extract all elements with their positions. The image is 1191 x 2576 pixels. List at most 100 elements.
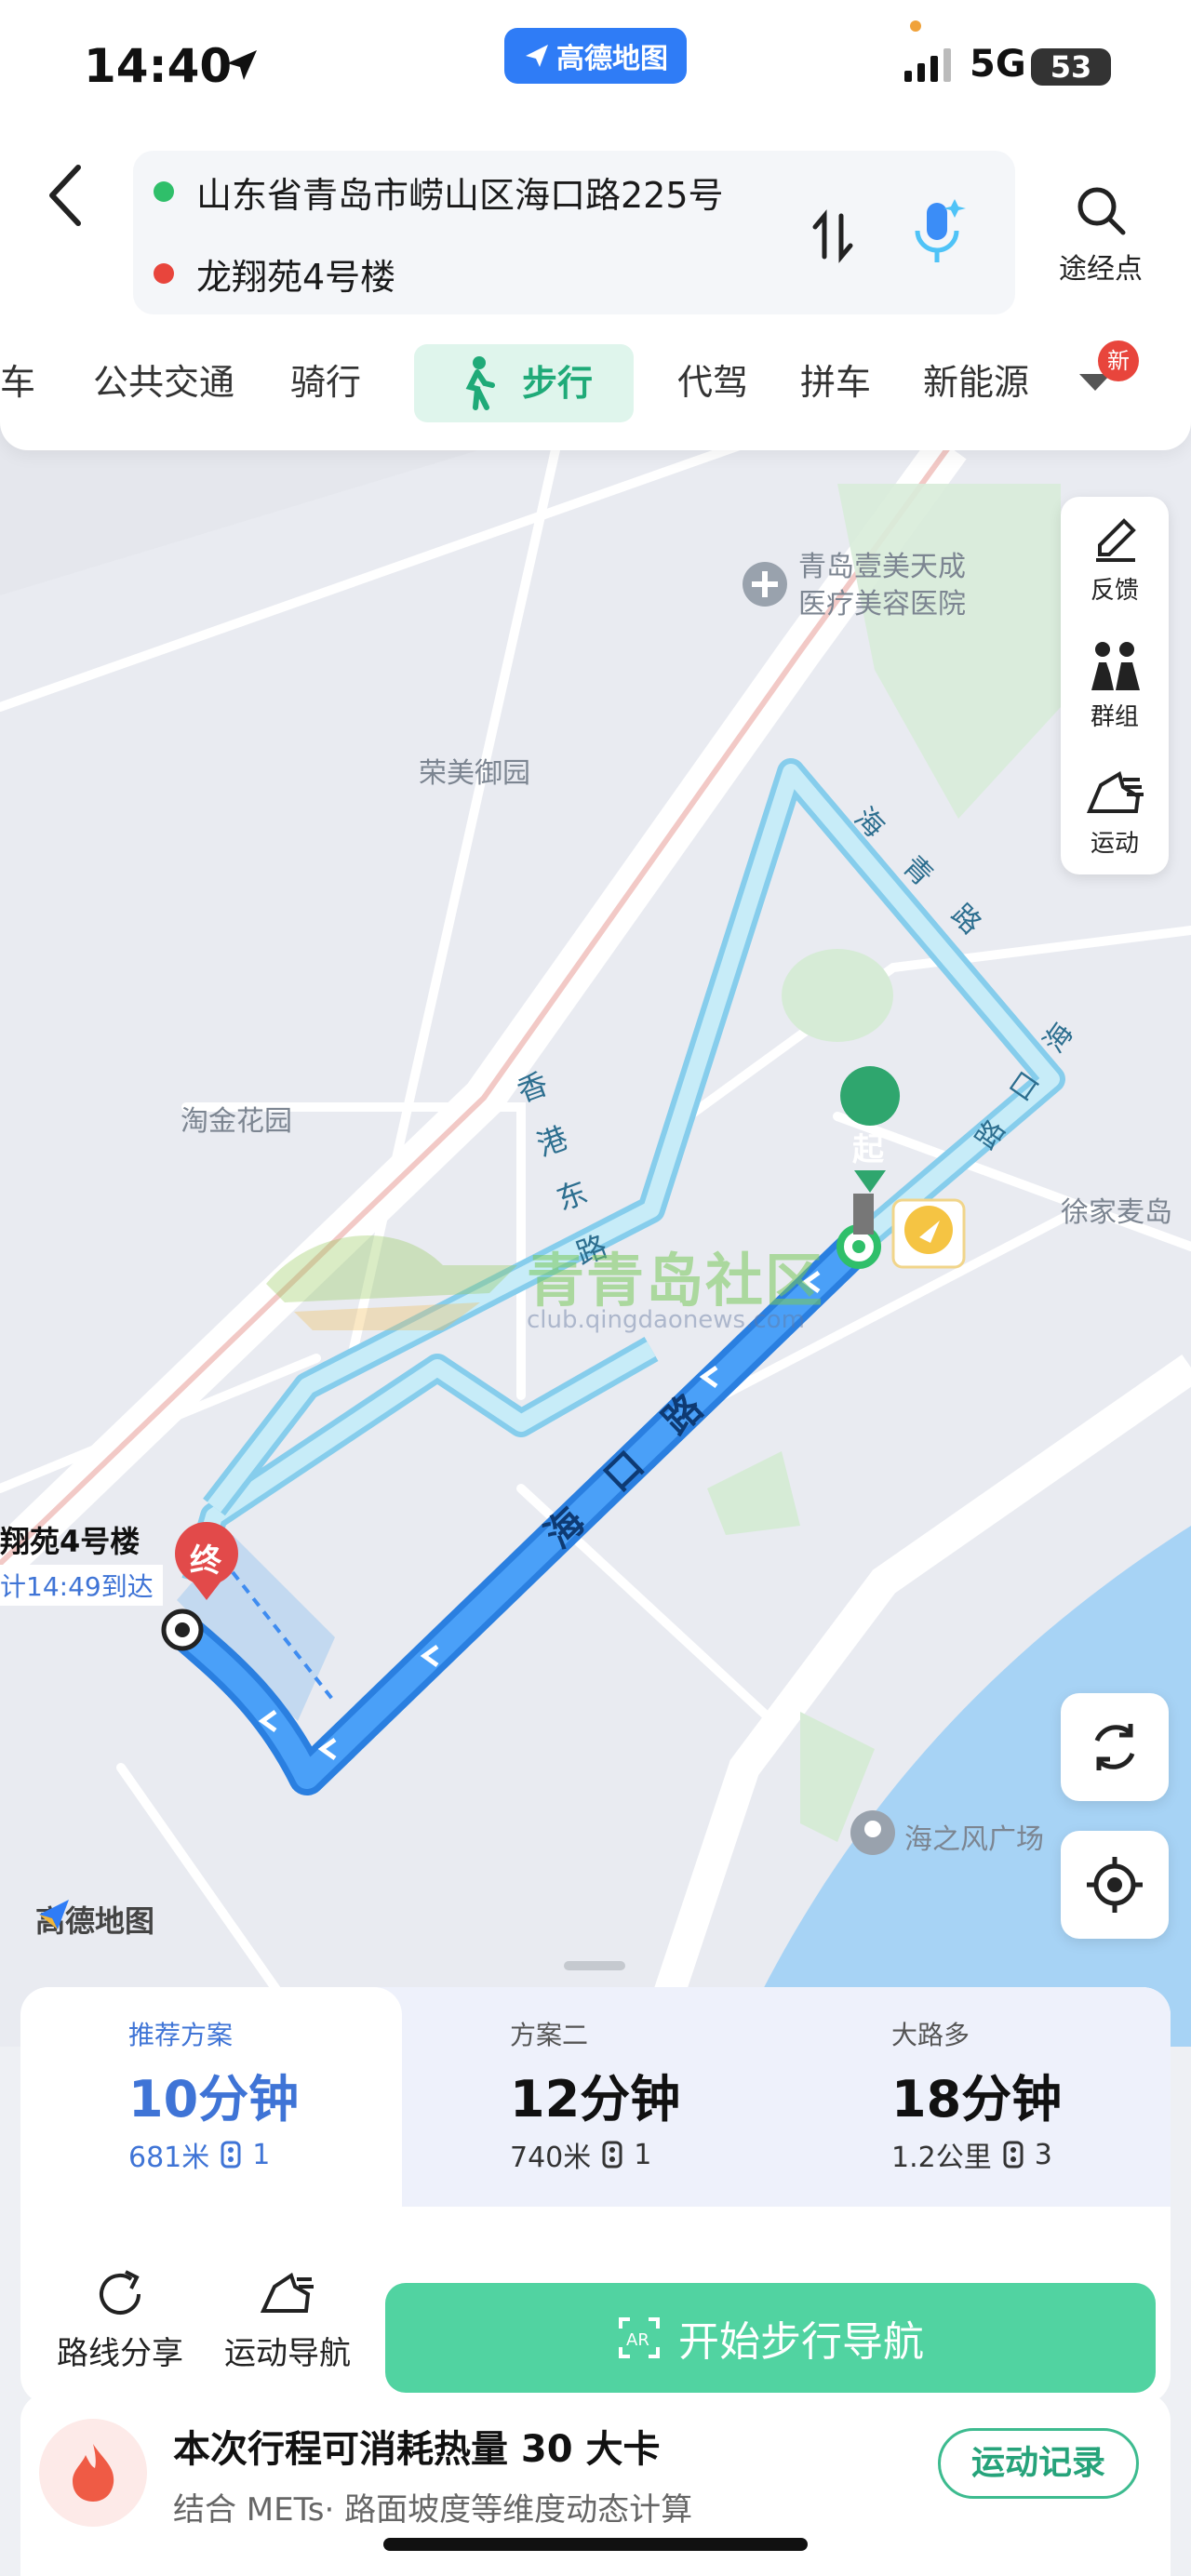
plan-distance: 681米 — [128, 2142, 210, 2174]
plan-distance: 1.2公里 — [891, 2142, 992, 2174]
tab-car[interactable]: 车 — [0, 340, 35, 424]
tab-walk-highlight[interactable]: 步行 — [414, 344, 634, 422]
sport-nav-button[interactable]: 运动导航 — [218, 2266, 357, 2378]
map-label-hospital[interactable]: 青岛壹美天成 医疗美容医院 — [798, 549, 966, 623]
back-button[interactable] — [37, 158, 93, 233]
waypoint-button[interactable]: 途经点 — [1040, 182, 1161, 286]
destination-input[interactable]: 龙翔苑4号楼 — [133, 233, 1015, 314]
plan-distance: 740米 — [510, 2142, 592, 2174]
map-label-rongmei[interactable]: 荣美御园 — [419, 750, 530, 791]
end-marker[interactable]: 终 — [190, 1535, 221, 1581]
location-arrow-icon — [227, 50, 257, 80]
status-bar: 14:40 高德地图 5G 53 — [0, 0, 1191, 140]
plans-row: 推荐方案 10分钟 681米 1 方案二 12分钟 740米 1 大路多 18分… — [20, 1987, 1171, 2207]
map-label-taojin[interactable]: 淘金花园 — [181, 1098, 292, 1139]
sport-nav-label: 运动导航 — [224, 2335, 351, 2372]
plan-meta: 681米 1 — [128, 2134, 270, 2175]
amap-pill-icon — [526, 45, 548, 67]
share-route-button[interactable]: 路线分享 — [50, 2266, 190, 2378]
destination-text: 龙翔苑4号楼 — [196, 256, 396, 298]
walk-icon — [465, 356, 495, 410]
watermark: 青青岛社区 club.qingdaonews.com — [257, 1209, 927, 1349]
watermark-text: 青青岛社区 — [527, 1247, 825, 1315]
plan-two[interactable]: 方案二 12分钟 740米 1 — [402, 1987, 783, 2207]
group-icon — [1091, 642, 1140, 690]
start-marker[interactable]: 起 — [852, 1124, 884, 1169]
map-label-xujiamai[interactable]: 徐家麦岛 — [1061, 1189, 1172, 1230]
destination-eta-label: 计14:49到达 — [0, 1565, 163, 1606]
plan-time: 12分钟 — [510, 2070, 681, 2129]
plan-time: 18分钟 — [891, 2070, 1063, 2129]
amap-pill-label: 高德地图 — [556, 43, 668, 75]
tab-carpool[interactable]: 拼车 — [800, 340, 871, 424]
voice-input-button[interactable] — [910, 194, 968, 270]
calorie-subtitle: 结合 METs· 路面坡度等维度动态计算 — [173, 2491, 693, 2529]
tab-designated-driver[interactable]: 代驾 — [677, 340, 748, 424]
new-badge: 新 — [1098, 340, 1139, 381]
tab-walk: 步行 — [522, 363, 594, 404]
privacy-indicator-dot — [910, 20, 921, 32]
battery-level: 53 — [1050, 49, 1092, 85]
svg-text:AR: AR — [626, 2330, 649, 2350]
flame-icon — [39, 2419, 147, 2527]
signal-icon — [904, 48, 951, 82]
header-card: 14:40 高德地图 5G 53 山东省青岛市崂山区海口路225号 龙翔苑4号楼… — [0, 0, 1191, 450]
locate-icon — [1087, 1857, 1143, 1913]
plan-lights: 3 — [1034, 2138, 1052, 2171]
plan-recommended[interactable]: 推荐方案 10分钟 681米 1 — [20, 1987, 402, 2207]
traffic-light-icon — [221, 2141, 241, 2169]
home-indicator — [383, 2538, 808, 2551]
destination-name-label[interactable]: 翔苑4号楼 — [0, 1518, 140, 1561]
refresh-icon — [1094, 1724, 1135, 1770]
watermark-url: club.qingdaonews.com — [527, 1306, 805, 1334]
swap-route-button[interactable] — [810, 208, 856, 264]
share-icon — [100, 2270, 141, 2315]
map-tools-panel: 反馈 群组 运动 — [1061, 497, 1169, 874]
tab-new-energy[interactable]: 新能源 — [923, 340, 1035, 424]
transport-tabs: 车 公共交通 骑行 步行 代驾 拼车 新能源 — [0, 340, 1191, 424]
ar-icon: AR — [619, 2317, 660, 2358]
group-label: 群组 — [1090, 703, 1139, 731]
start-navigation-label: 开始步行导航 — [678, 2318, 924, 2366]
watermark-logo — [266, 1235, 517, 1330]
plan-main-roads[interactable]: 大路多 18分钟 1.2公里 3 — [783, 1987, 1165, 2207]
origin-input[interactable]: 山东省青岛市崂山区海口路225号 — [133, 151, 1015, 233]
plan-name: 大路多 — [891, 2020, 970, 2050]
sport-icon — [1086, 770, 1144, 813]
feedback-icon — [1096, 518, 1136, 562]
plan-meta: 1.2公里 3 — [891, 2134, 1052, 2175]
battery-indicator: 53 — [1031, 48, 1111, 86]
calorie-title: 本次行程可消耗热量 30 大卡 — [173, 2428, 661, 2471]
sport-nav-icon — [260, 2272, 314, 2313]
network-type: 5G — [970, 43, 1026, 86]
amap-app-pill[interactable]: 高德地图 — [504, 28, 687, 84]
route-inputs: 山东省青岛市崂山区海口路225号 龙翔苑4号楼 — [133, 151, 1015, 314]
sheet-handle[interactable] — [564, 1961, 625, 1970]
plan-meta: 740米 1 — [510, 2134, 651, 2175]
origin-text: 山东省青岛市崂山区海口路225号 — [196, 174, 724, 216]
share-label: 路线分享 — [57, 2335, 183, 2372]
refresh-route-button[interactable] — [1061, 1693, 1169, 1801]
tab-cycling[interactable]: 骑行 — [290, 340, 361, 424]
sport-label: 运动 — [1090, 830, 1139, 858]
plan-name: 推荐方案 — [128, 2020, 234, 2050]
origin-dot-icon — [154, 181, 174, 202]
status-time: 14:40 — [84, 39, 233, 93]
search-icon — [1077, 187, 1126, 235]
map-label-haizhifeng[interactable]: 海之风广场 — [904, 1816, 1044, 1857]
route-plans-card: 推荐方案 10分钟 681米 1 方案二 12分钟 740米 1 大路多 18分… — [20, 1987, 1171, 2404]
sport-button[interactable]: 运动 — [1061, 750, 1169, 871]
traffic-light-icon — [1003, 2141, 1024, 2169]
feedback-label: 反馈 — [1090, 577, 1139, 605]
amap-logo-icon — [39, 1900, 69, 1929]
plan-time: 10分钟 — [128, 2070, 300, 2129]
locate-button[interactable] — [1061, 1831, 1169, 1939]
destination-dot-icon — [154, 263, 174, 284]
plan-lights: 1 — [252, 2138, 271, 2171]
start-walk-navigation-button[interactable]: AR 开始步行导航 — [385, 2283, 1156, 2393]
tab-public-transit[interactable]: 公共交通 — [93, 340, 234, 424]
group-button[interactable]: 群组 — [1061, 623, 1169, 744]
waypoint-label: 途经点 — [1059, 253, 1143, 286]
feedback-button[interactable]: 反馈 — [1061, 497, 1169, 618]
sport-record-button[interactable]: 运动记录 — [938, 2428, 1139, 2499]
